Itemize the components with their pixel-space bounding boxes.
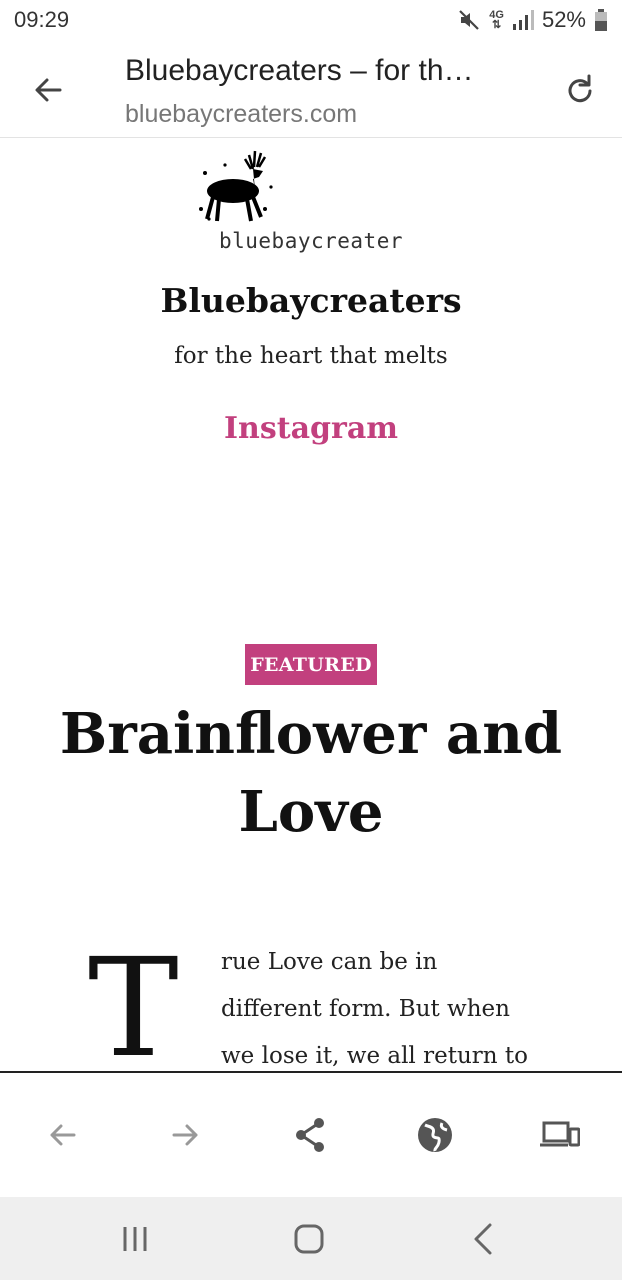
post-excerpt: rue Love can be in different form. But w… <box>221 939 551 1071</box>
network-4g-icon: 4G ⇅ <box>489 9 504 31</box>
web-page: bluebaycreater Bluebaycreaters for the h… <box>0 139 622 1071</box>
back-arrow-icon[interactable] <box>28 70 68 110</box>
battery-level: 52% <box>541 7 586 32</box>
site-logo[interactable]: bluebaycreater <box>197 149 425 257</box>
battery-icon <box>595 9 607 31</box>
devices-icon[interactable] <box>540 1115 580 1155</box>
status-bar: 09:29 4G ⇅ 52% <box>0 0 622 40</box>
logo-wordmark: bluebaycreater <box>218 229 403 253</box>
back-icon[interactable] <box>42 1115 82 1155</box>
deer-logo-icon <box>199 150 273 222</box>
post-title[interactable]: Brainflower and Love <box>40 695 582 851</box>
share-icon[interactable] <box>291 1115 331 1155</box>
system-nav-bar <box>0 1197 622 1280</box>
excerpt-line: different form. But when <box>221 996 510 1022</box>
page-url[interactable]: bluebaycreaters.com <box>125 100 357 129</box>
nav-back-icon[interactable] <box>464 1219 504 1259</box>
status-time: 09:29 <box>14 7 70 32</box>
site-title[interactable]: Bluebaycreaters <box>0 281 622 320</box>
featured-badge: FEATURED <box>245 644 377 685</box>
recents-icon[interactable] <box>115 1219 155 1259</box>
browser-toolbar <box>0 1073 622 1197</box>
mute-icon <box>459 10 480 30</box>
page-title: Bluebaycreaters – for th… <box>125 54 474 87</box>
excerpt-line: we lose it, we all return to <box>221 1043 528 1069</box>
globe-icon[interactable] <box>415 1115 455 1155</box>
reload-icon[interactable] <box>560 70 600 110</box>
excerpt-line: rue Love can be in <box>221 949 438 975</box>
status-icons: 4G ⇅ 52% <box>457 7 608 33</box>
browser-header: Bluebaycreaters – for th… bluebaycreater… <box>0 40 622 138</box>
signal-icon <box>512 10 534 30</box>
home-icon[interactable] <box>289 1219 329 1259</box>
forward-icon[interactable] <box>166 1115 206 1155</box>
screen: 09:29 4G ⇅ 52% Bluebaycreaters – for th…… <box>0 0 622 1280</box>
nav-link-instagram[interactable]: Instagram <box>0 411 622 446</box>
site-tagline: for the heart that melts <box>174 343 448 369</box>
drop-cap: T <box>88 930 179 1071</box>
